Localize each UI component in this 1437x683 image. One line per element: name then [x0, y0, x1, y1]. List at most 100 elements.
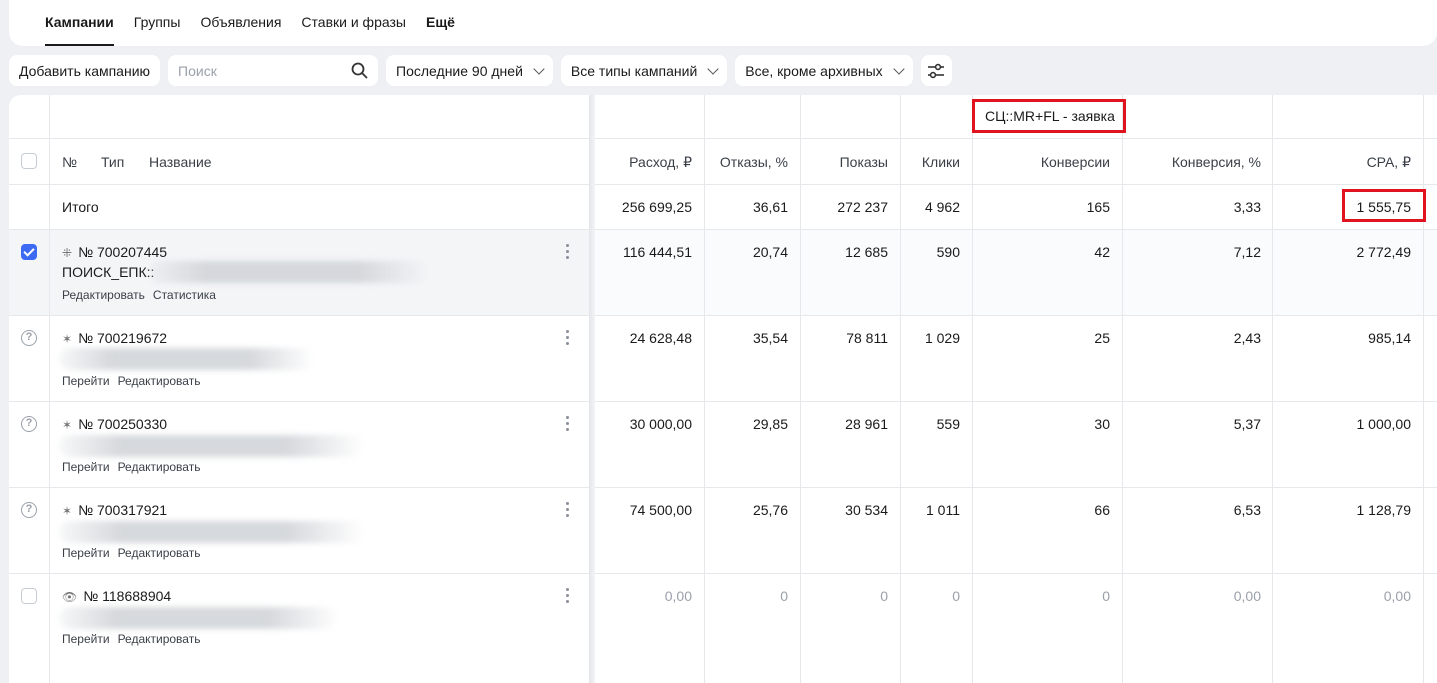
redacted-text: [59, 348, 314, 370]
col-type[interactable]: Тип: [101, 154, 124, 170]
top-nav: Кампании Группы Объявления Ставки и фраз…: [9, 0, 1437, 46]
total-conversion-rate: 3,33: [1233, 199, 1261, 215]
period-select[interactable]: Последние 90 дней: [386, 55, 553, 86]
period-select-label: Последние 90 дней: [396, 62, 523, 79]
row-checkbox[interactable]: [21, 244, 37, 260]
row-menu-icon[interactable]: [566, 502, 570, 520]
edit-link[interactable]: Редактировать: [62, 288, 145, 302]
divider: [900, 95, 901, 683]
row-actions: Перейти Редактировать: [62, 374, 208, 388]
campaign-type-icon: ⁜: [62, 246, 73, 260]
tab-groups[interactable]: Группы: [134, 0, 181, 46]
row-menu-icon[interactable]: [566, 244, 570, 262]
col-clicks[interactable]: Клики: [922, 154, 960, 170]
goto-link[interactable]: Перейти: [62, 460, 110, 474]
row-bounce: 20,74: [752, 244, 788, 260]
row-conversion-rate: 6,53: [1233, 502, 1261, 518]
row-clicks: 1 011: [926, 502, 960, 518]
row-impressions: 30 534: [845, 502, 888, 518]
row-actions: Редактировать Статистика: [62, 288, 224, 302]
col-impressions[interactable]: Показы: [840, 154, 888, 170]
row-clicks: 0: [952, 588, 960, 604]
status-question-icon[interactable]: ?: [21, 330, 37, 346]
campaign-type-icon: ✶: [62, 418, 73, 432]
row-conversions: 25: [1094, 330, 1110, 346]
row-clicks: 559: [936, 416, 960, 432]
tab-ads[interactable]: Объявления: [200, 0, 281, 46]
redacted-text: [59, 435, 364, 457]
row-bounce: 35,54: [752, 330, 788, 346]
tab-more[interactable]: Ещё: [426, 0, 455, 46]
add-campaign-button[interactable]: Добавить кампанию: [9, 55, 161, 86]
goto-link[interactable]: Перейти: [62, 546, 110, 560]
eye-icon: 👁: [62, 590, 78, 604]
column-settings-button[interactable]: [920, 55, 952, 86]
edit-link[interactable]: Редактировать: [118, 546, 201, 560]
row-clicks: 590: [936, 244, 960, 260]
row-cpa: 0,00: [1383, 588, 1411, 604]
row-conversions: 30: [1094, 416, 1110, 432]
goto-link[interactable]: Перейти: [62, 632, 110, 646]
tab-bids-phrases[interactable]: Ставки и фразы: [301, 0, 406, 46]
campaign-id[interactable]: ✶ № 700317921: [62, 502, 167, 518]
col-name[interactable]: Название: [149, 154, 212, 170]
row-conversion-rate: 0,00: [1233, 588, 1261, 604]
chevron-down-icon: [533, 62, 545, 75]
tab-campaigns[interactable]: Кампании: [45, 0, 114, 46]
chevron-down-icon: [892, 62, 905, 75]
row-conversions: 42: [1094, 244, 1110, 260]
col-number[interactable]: №: [62, 154, 77, 170]
goto-link[interactable]: Перейти: [62, 374, 110, 388]
campaign-type-select[interactable]: Все типы кампаний: [560, 55, 728, 86]
row-actions: Перейти Редактировать: [62, 546, 208, 560]
divider: [972, 95, 973, 683]
row-cpa: 1 128,79: [1356, 502, 1412, 518]
row-menu-icon[interactable]: [566, 588, 570, 606]
campaign-id[interactable]: ✶ № 700250330: [62, 416, 167, 432]
status-question-icon[interactable]: ?: [21, 502, 37, 518]
total-clicks: 4 962: [924, 199, 960, 215]
divider: [9, 229, 1437, 230]
stats-link[interactable]: Статистика: [153, 288, 216, 302]
redacted-text: [59, 521, 364, 543]
campaign-id-text: № 700317921: [78, 502, 168, 518]
col-conversions[interactable]: Конверсии: [1041, 154, 1110, 170]
row-actions: Перейти Редактировать: [62, 632, 208, 646]
campaign-name[interactable]: ПОИСК_ЕПК::: [62, 264, 154, 280]
campaign-id[interactable]: 👁 № 118688904: [62, 588, 171, 604]
search-box: [168, 55, 379, 86]
search-icon[interactable]: [351, 62, 368, 79]
total-spend: 256 699,25: [621, 199, 692, 215]
campaign-id[interactable]: ⁜ № 700207445: [62, 244, 167, 260]
total-bounce: 36,61: [752, 199, 788, 215]
row-menu-icon[interactable]: [566, 416, 570, 434]
divider: [704, 95, 705, 683]
edit-link[interactable]: Редактировать: [118, 374, 201, 388]
divider: [800, 95, 801, 683]
row-impressions: 78 811: [846, 330, 888, 346]
row-bounce: 0: [780, 588, 788, 604]
divider: [9, 315, 1437, 316]
highlight-box: [1342, 189, 1426, 222]
redacted-text: [149, 261, 429, 283]
status-filter-select[interactable]: Все, кроме архивных: [735, 55, 913, 86]
divider: [49, 95, 50, 683]
search-input[interactable]: [178, 62, 339, 79]
campaign-id[interactable]: ✶ № 700219672: [62, 330, 167, 346]
col-bounce[interactable]: Отказы, %: [720, 154, 788, 170]
row-impressions: 0: [880, 588, 888, 604]
edit-link[interactable]: Редактировать: [118, 460, 201, 474]
row-menu-icon[interactable]: [566, 330, 570, 348]
edit-link[interactable]: Редактировать: [118, 632, 201, 646]
col-cpa[interactable]: CPA, ₽: [1367, 154, 1411, 171]
row-conversion-rate: 2,43: [1233, 330, 1261, 346]
row-checkbox[interactable]: [21, 588, 37, 604]
row-conversion-rate: 5,37: [1233, 416, 1261, 432]
col-conversion-rate[interactable]: Конверсия, %: [1172, 154, 1261, 170]
select-all-checkbox[interactable]: [21, 153, 37, 169]
divider: [9, 138, 1437, 139]
divider: [9, 401, 1437, 402]
status-question-icon[interactable]: ?: [21, 416, 37, 432]
col-spend[interactable]: Расход, ₽: [629, 154, 692, 171]
row-cpa: 985,14: [1368, 330, 1411, 346]
